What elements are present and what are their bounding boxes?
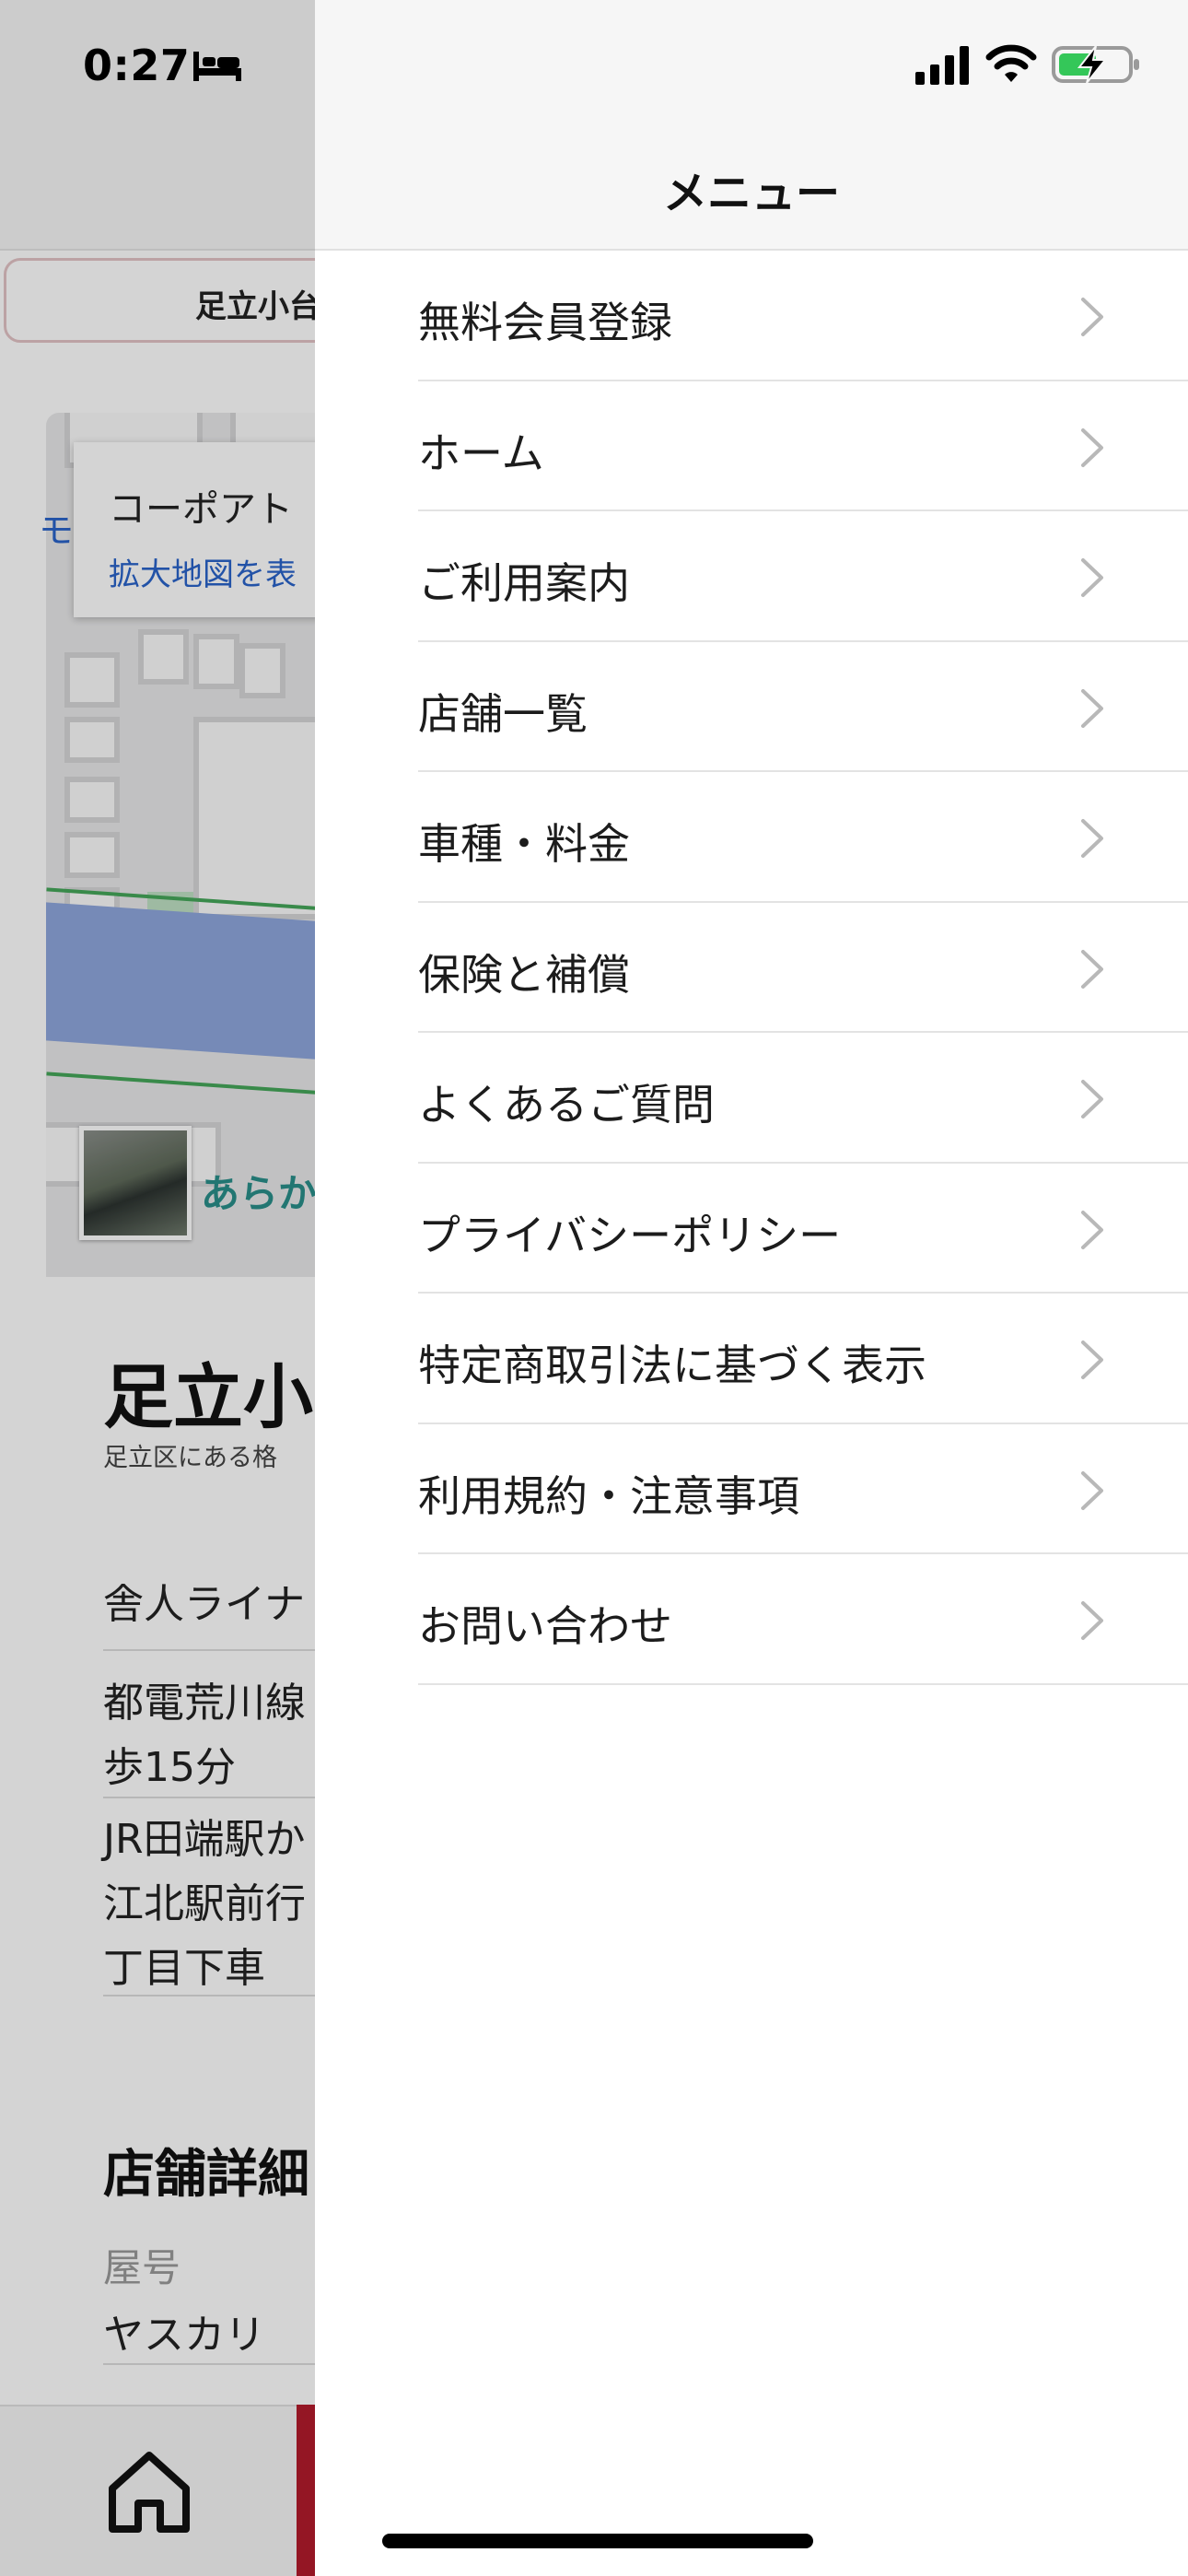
chevron-right-icon [1081,1341,1103,1379]
menu-item-vehicles-pricing[interactable]: 車種・料金 [418,772,1188,903]
menu-item-label: 店舗一覧 [418,688,588,739]
menu-item-label: お問い合わせ [418,1601,672,1651]
screen: 足立小台 モ コーポアト 拡大地図を表 あらか 足立小 足立区にある格 舎人ライ… [0,0,1188,2576]
menu-list: 無料会員登録 ホーム ご利用案内 店舗一覧 車種・料金 保険と補償 よくあるご質… [418,251,1188,1685]
menu-item-home[interactable]: ホーム [418,381,1188,511]
chevron-right-icon [1081,1601,1103,1640]
menu-item-label: ご利用案内 [418,558,630,608]
chevron-right-icon [1081,949,1103,989]
chevron-right-icon [1081,819,1103,858]
chevron-right-icon [1081,688,1103,728]
battery-charging-icon [1052,45,1139,84]
menu-item-label: ホーム [418,427,544,478]
menu-item-label: よくあるご質問 [418,1080,715,1130]
status-time: 0:27 [83,41,191,90]
drawer-title: メニュー [662,168,840,219]
cellular-signal-icon [915,46,969,85]
home-indicator[interactable] [382,2534,813,2548]
menu-item-guide[interactable]: ご利用案内 [418,511,1188,642]
overlay-scrim[interactable] [0,0,315,2576]
menu-item-label: 特定商取引法に基づく表示 [418,1341,926,1390]
menu-item-label: 車種・料金 [418,819,630,869]
menu-item-free-registration[interactable]: 無料会員登録 [418,251,1188,381]
wifi-icon [985,44,1037,82]
menu-item-insurance[interactable]: 保険と補償 [418,903,1188,1033]
menu-item-commercial-law[interactable]: 特定商取引法に基づく表示 [418,1294,1188,1424]
menu-item-label: 保険と補償 [418,949,630,1000]
menu-item-terms[interactable]: 利用規約・注意事項 [418,1424,1188,1554]
menu-drawer: メニュー 無料会員登録 ホーム ご利用案内 店舗一覧 車種・料金 保険と補償 よ… [315,0,1188,2576]
menu-item-contact[interactable]: お問い合わせ [418,1554,1188,1685]
menu-item-label: 無料会員登録 [418,298,672,347]
chevron-right-icon [1081,427,1103,467]
menu-item-label: プライバシーポリシー [418,1210,842,1260]
menu-item-privacy-policy[interactable]: プライバシーポリシー [418,1164,1188,1294]
menu-item-store-list[interactable]: 店舗一覧 [418,642,1188,772]
chevron-right-icon [1081,1080,1103,1118]
chevron-right-icon [1081,298,1103,336]
menu-item-faq[interactable]: よくあるご質問 [418,1033,1188,1164]
chevron-right-icon [1081,1470,1103,1510]
drawer-header: メニュー [315,0,1188,251]
chevron-right-icon [1081,1210,1103,1249]
bed-icon [193,52,241,81]
chevron-right-icon [1081,558,1103,597]
menu-item-label: 利用規約・注意事項 [418,1470,799,1521]
